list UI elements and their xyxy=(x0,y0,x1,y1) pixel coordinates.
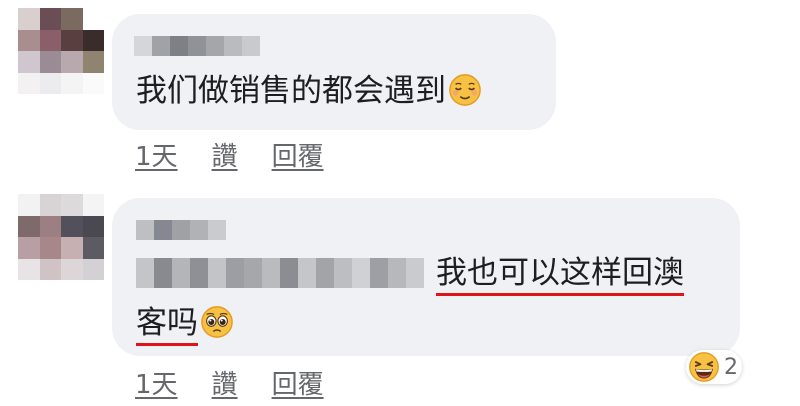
timestamp-link[interactable]: 1天 xyxy=(135,136,178,173)
commenter-name-blurred[interactable] xyxy=(136,220,226,240)
comment-actions: 1天 讚 回覆 xyxy=(135,364,324,401)
comment-text-line2: 客吗 xyxy=(136,305,234,346)
like-button[interactable]: 讚 xyxy=(212,136,238,173)
pleading-face-emoji xyxy=(201,305,233,338)
reply-button[interactable]: 回覆 xyxy=(272,364,324,401)
comment-text-line1: 我也可以这样回澳 xyxy=(436,255,684,296)
comment-1: 我们做销售的都会遇到 1天 讚 回覆 xyxy=(0,0,800,178)
reply-button[interactable]: 回覆 xyxy=(272,136,324,173)
reaction-count: 2 xyxy=(724,354,738,380)
blurred-text xyxy=(136,258,424,288)
comment-bubble: 我也可以这样回澳 客吗 xyxy=(112,198,740,356)
reaction-summary[interactable]: 2 xyxy=(686,350,742,384)
relieved-face-emoji xyxy=(449,73,481,106)
like-button[interactable]: 讚 xyxy=(212,364,238,401)
avatar[interactable] xyxy=(18,8,104,94)
comment-text: 我们做销售的都会遇到 xyxy=(136,73,482,110)
timestamp-link[interactable]: 1天 xyxy=(135,364,178,401)
comment-bubble: 我们做销售的都会遇到 xyxy=(112,14,556,130)
commenter-name-blurred[interactable] xyxy=(134,36,260,56)
comment-2: 我也可以这样回澳 客吗 1天 讚 回覆 2 xyxy=(0,178,800,406)
avatar[interactable] xyxy=(18,194,104,280)
laughing-face-emoji xyxy=(689,352,719,382)
comment-actions: 1天 讚 回覆 xyxy=(135,136,324,173)
